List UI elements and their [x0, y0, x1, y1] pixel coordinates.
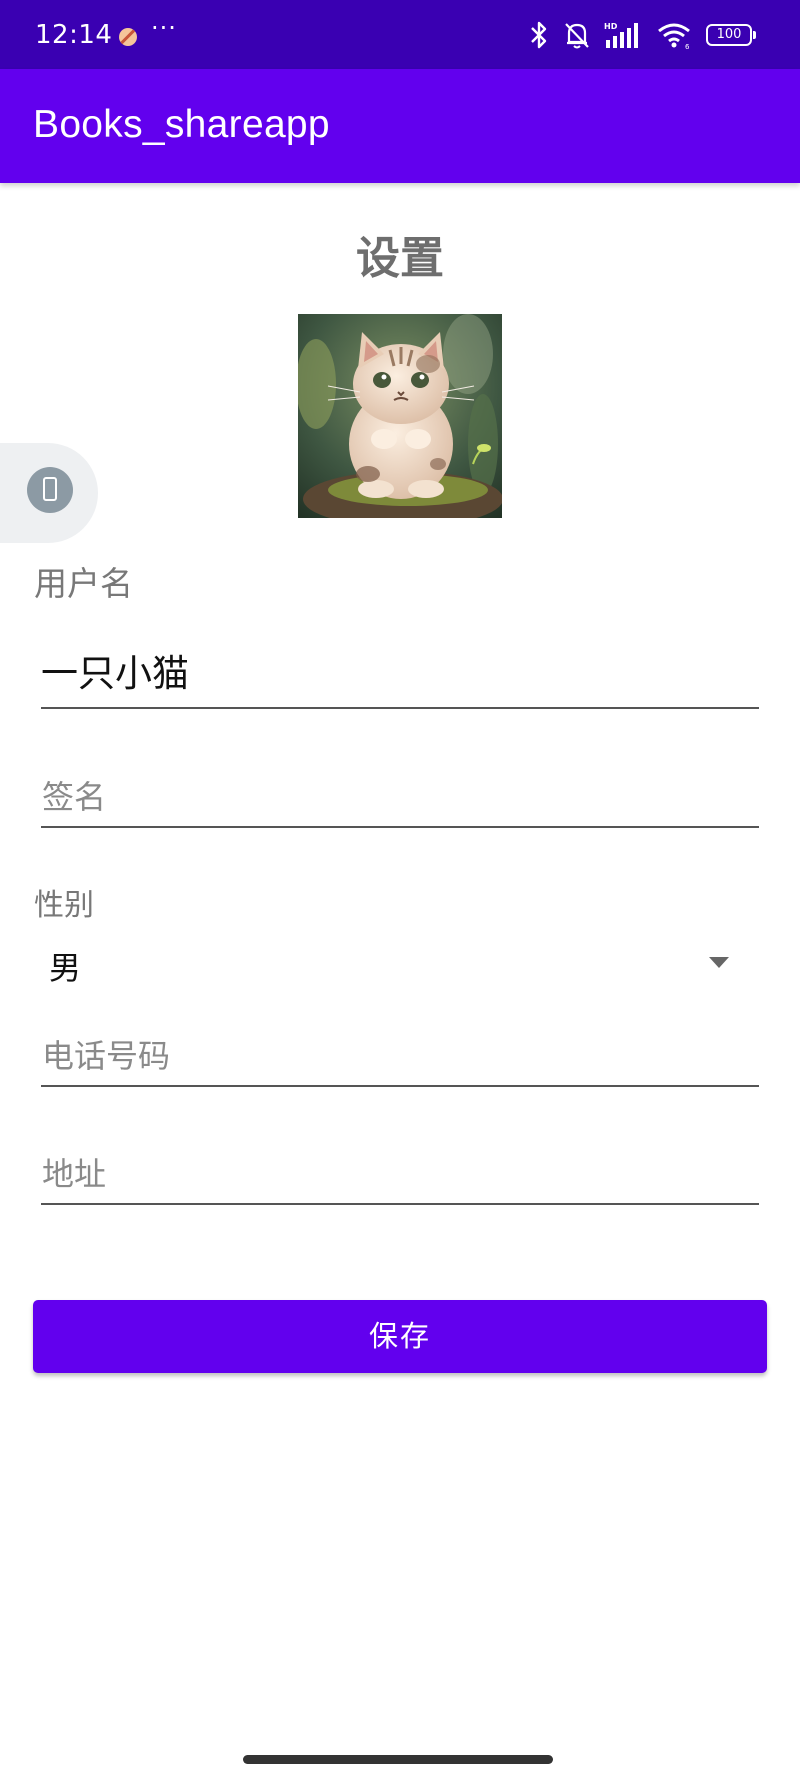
- gender-value: 男: [49, 949, 82, 987]
- phone-icon[interactable]: [27, 467, 73, 513]
- wifi-icon: 6: [656, 20, 692, 50]
- gender-label: 性别: [34, 888, 94, 923]
- username-value: 一只小猫: [41, 652, 189, 695]
- floating-assistant-bubble[interactable]: [0, 443, 98, 543]
- bluetooth-icon: [528, 20, 550, 50]
- more-notifications-icon: ···: [151, 14, 177, 42]
- status-time: 12:14: [35, 20, 113, 50]
- status-bar: 12:14 ··· HD 6 100: [0, 0, 800, 69]
- gender-dropdown[interactable]: 男: [34, 930, 759, 994]
- cat-avatar-image: [298, 314, 502, 518]
- svg-text:6: 6: [685, 43, 690, 50]
- username-label: 用户名: [34, 564, 133, 603]
- notification-app-icon: [119, 28, 137, 46]
- hd-signal-icon: HD: [604, 20, 642, 50]
- signature-hint: 签名: [42, 778, 107, 816]
- signature-field[interactable]: 签名: [41, 758, 759, 828]
- save-button[interactable]: 保存: [33, 1300, 767, 1373]
- address-field[interactable]: 地址: [41, 1135, 759, 1205]
- home-indicator[interactable]: [243, 1755, 553, 1764]
- battery-icon: 100: [706, 24, 756, 46]
- page-title: 设置: [356, 233, 444, 284]
- avatar[interactable]: [298, 314, 502, 518]
- app-bar: Books_shareapp: [0, 69, 800, 183]
- dropdown-arrow-icon: [709, 957, 729, 968]
- username-field[interactable]: 一只小猫: [41, 639, 759, 709]
- phone-field[interactable]: 电话号码: [41, 1017, 759, 1087]
- app-title: Books_shareapp: [33, 103, 330, 146]
- status-icons: HD 6 100: [528, 18, 756, 52]
- address-hint: 地址: [42, 1155, 107, 1193]
- svg-text:HD: HD: [604, 22, 618, 31]
- phone-hint: 电话号码: [42, 1037, 171, 1075]
- bell-off-icon: [564, 20, 590, 50]
